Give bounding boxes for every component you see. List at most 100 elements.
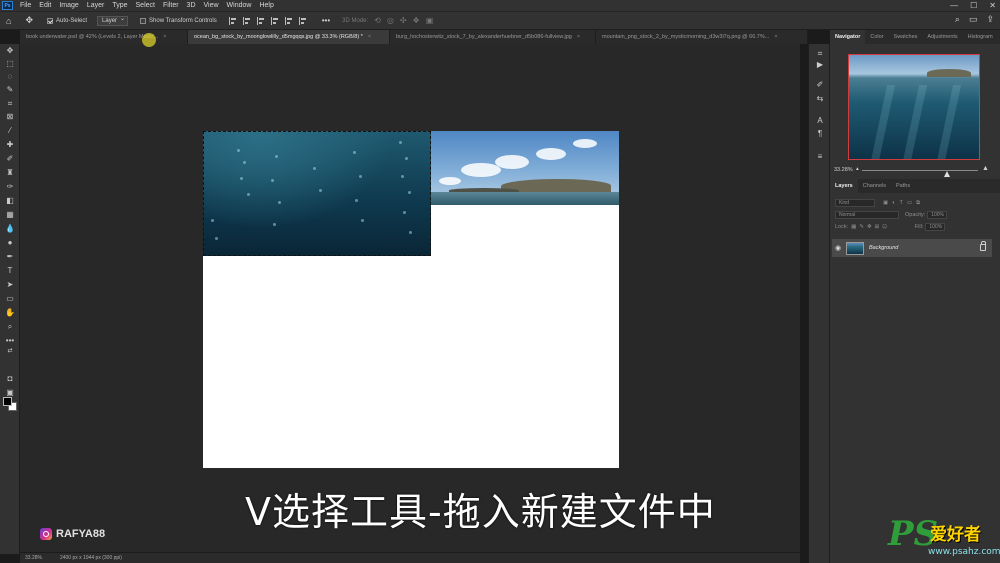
tab-channels[interactable]: Channels	[858, 179, 891, 193]
actions-panel-icon[interactable]: ▶	[815, 60, 825, 70]
gradient-tool-icon[interactable]: ▦	[4, 210, 16, 220]
menu-help[interactable]: Help	[255, 0, 277, 11]
lock-pixels-icon[interactable]: ▦	[851, 224, 856, 230]
blur-tool-icon[interactable]: 💧	[4, 224, 16, 234]
tab-mountain-png[interactable]: mountain_png_stock_2_by_mysticmorning_d3…	[596, 30, 808, 44]
workspace-icon[interactable]: ▭	[969, 14, 978, 25]
orbit-3d-icon[interactable]: ⟲	[374, 16, 381, 25]
align-right-icon[interactable]	[256, 16, 266, 25]
quick-select-tool-icon[interactable]: ✎	[4, 85, 16, 95]
close-icon[interactable]: ×	[577, 34, 580, 40]
auto-select-checkbox[interactable]	[46, 17, 53, 24]
pasted-underwater-image[interactable]	[203, 131, 431, 256]
type-tool-icon[interactable]: T	[4, 266, 16, 276]
scale-3d-icon[interactable]: ▣	[426, 16, 434, 25]
move-tool-icon[interactable]: ✥	[4, 46, 16, 56]
pan-3d-icon[interactable]: ✣	[400, 16, 407, 25]
brush-tool-icon[interactable]: ✐	[4, 154, 16, 164]
search-icon[interactable]: ⌕	[955, 14, 960, 25]
zoom-out-icon[interactable]: ▴	[856, 166, 859, 172]
auto-select-option[interactable]: Auto-Select	[46, 17, 87, 24]
status-zoom[interactable]: 33.28%	[25, 555, 42, 561]
tab-paths[interactable]: Paths	[891, 179, 915, 193]
edit-toolbar-icon[interactable]: •••	[4, 336, 16, 346]
close-icon[interactable]: ×	[368, 34, 371, 40]
clone-stamp-icon[interactable]: ♜	[4, 168, 16, 178]
maximize-button[interactable]: ☐	[970, 0, 977, 11]
tab-swatches[interactable]: Swatches	[889, 30, 923, 44]
move-tool-preset-icon[interactable]: ✥	[25, 15, 33, 26]
align-middle-icon[interactable]	[284, 16, 294, 25]
marquee-tool-icon[interactable]: ⬚	[4, 59, 16, 69]
fill-field[interactable]: 100%	[925, 223, 946, 231]
home-icon[interactable]: ⌂	[6, 16, 11, 26]
more-options-button[interactable]: •••	[322, 16, 330, 25]
eyedropper-tool-icon[interactable]: ⁄	[4, 126, 16, 136]
paragraph-panel-icon[interactable]: ¶	[815, 129, 825, 139]
menu-edit[interactable]: Edit	[35, 0, 55, 11]
canvas-area[interactable]	[20, 44, 800, 552]
layer-name[interactable]: Background	[869, 245, 898, 251]
dodge-tool-icon[interactable]: ●	[4, 238, 16, 248]
menu-image[interactable]: Image	[55, 0, 82, 11]
show-transform-checkbox[interactable]	[140, 17, 147, 24]
pasted-landscape-image[interactable]	[431, 131, 619, 205]
close-window-button[interactable]: ✕	[989, 0, 996, 11]
align-bottom-icon[interactable]	[298, 16, 308, 25]
roll-3d-icon[interactable]: ◎	[387, 16, 394, 25]
path-select-icon[interactable]: ➤	[4, 280, 16, 290]
properties-panel-icon[interactable]: ≡	[815, 152, 825, 162]
foreground-color-swatch[interactable]	[3, 397, 12, 406]
share-icon[interactable]: ⇪	[986, 14, 994, 25]
tab-book-underwater[interactable]: book underwater.psd @ 42% (Levels 2, Lay…	[20, 30, 188, 44]
history-panel-icon[interactable]: ⌗	[815, 49, 825, 59]
opacity-field[interactable]: 100%	[927, 211, 948, 219]
blend-mode-dropdown[interactable]: Normal	[835, 211, 899, 219]
tab-navigator[interactable]: Navigator	[830, 30, 866, 44]
tab-histogram[interactable]: Histogram	[963, 30, 998, 44]
menu-window[interactable]: Window	[223, 0, 256, 11]
menu-filter[interactable]: Filter	[159, 0, 183, 11]
tab-color[interactable]: Color	[865, 30, 888, 44]
document-canvas[interactable]	[203, 131, 619, 468]
lock-all-icon[interactable]: ⊡	[882, 224, 887, 230]
filter-pixel-icon[interactable]: ▣	[883, 200, 888, 206]
frame-tool-icon[interactable]: ⊠	[4, 112, 16, 122]
status-doc-info[interactable]: 2400 px x 1944 px (300 ppi)	[60, 555, 122, 561]
menu-select[interactable]: Select	[132, 0, 159, 11]
filter-smart-icon[interactable]: ⧉	[916, 200, 920, 207]
menu-3d[interactable]: 3D	[183, 0, 200, 11]
adjust-panel-icon[interactable]: ⇆	[815, 94, 825, 104]
lock-icon[interactable]	[980, 241, 986, 251]
pen-tool-icon[interactable]: ✒	[4, 252, 16, 262]
brush-settings-icon[interactable]: ✐	[815, 80, 825, 90]
navigator-zoom-value[interactable]: 33.28%	[834, 167, 853, 173]
layer-row-background[interactable]: ◉ Background	[832, 239, 992, 257]
character-panel-icon[interactable]: A	[815, 116, 825, 126]
align-top-icon[interactable]	[270, 16, 280, 25]
align-center-icon[interactable]	[242, 16, 252, 25]
tab-adjustments[interactable]: Adjustments	[922, 30, 962, 44]
zoom-tool-icon[interactable]: ⌕	[4, 322, 16, 332]
zoom-in-icon[interactable]: ▲	[982, 165, 989, 172]
menu-view[interactable]: View	[200, 0, 223, 11]
auto-select-target-dropdown[interactable]: Layer	[97, 15, 129, 26]
visibility-eye-icon[interactable]: ◉	[832, 244, 844, 252]
tab-layers[interactable]: Layers	[830, 179, 858, 193]
tab-ocean-bg[interactable]: ocean_bg_stock_by_moonglowlilly_d5mgqqs.…	[188, 30, 390, 44]
filter-shape-icon[interactable]: ▭	[907, 200, 912, 206]
filter-type-icon[interactable]: T	[900, 200, 903, 206]
navigator-thumbnail[interactable]	[848, 54, 980, 160]
eraser-tool-icon[interactable]: ◧	[4, 196, 16, 206]
tab-burg-hochosterwitz[interactable]: burg_hochosterwitz_stock_7_by_alexanderh…	[390, 30, 596, 44]
menu-type[interactable]: Type	[108, 0, 131, 11]
shape-tool-icon[interactable]: ▭	[4, 294, 16, 304]
zoom-slider[interactable]	[862, 170, 978, 177]
lasso-tool-icon[interactable]: ◌	[4, 72, 16, 82]
layer-kind-filter[interactable]: Kind	[835, 199, 875, 207]
lock-paint-icon[interactable]: ✎	[859, 224, 864, 230]
lock-move-icon[interactable]: ✥	[867, 224, 872, 230]
crop-tool-icon[interactable]: ⌗	[4, 99, 16, 109]
close-icon[interactable]: ×	[774, 34, 777, 40]
hand-tool-icon[interactable]: ✋	[4, 308, 16, 318]
